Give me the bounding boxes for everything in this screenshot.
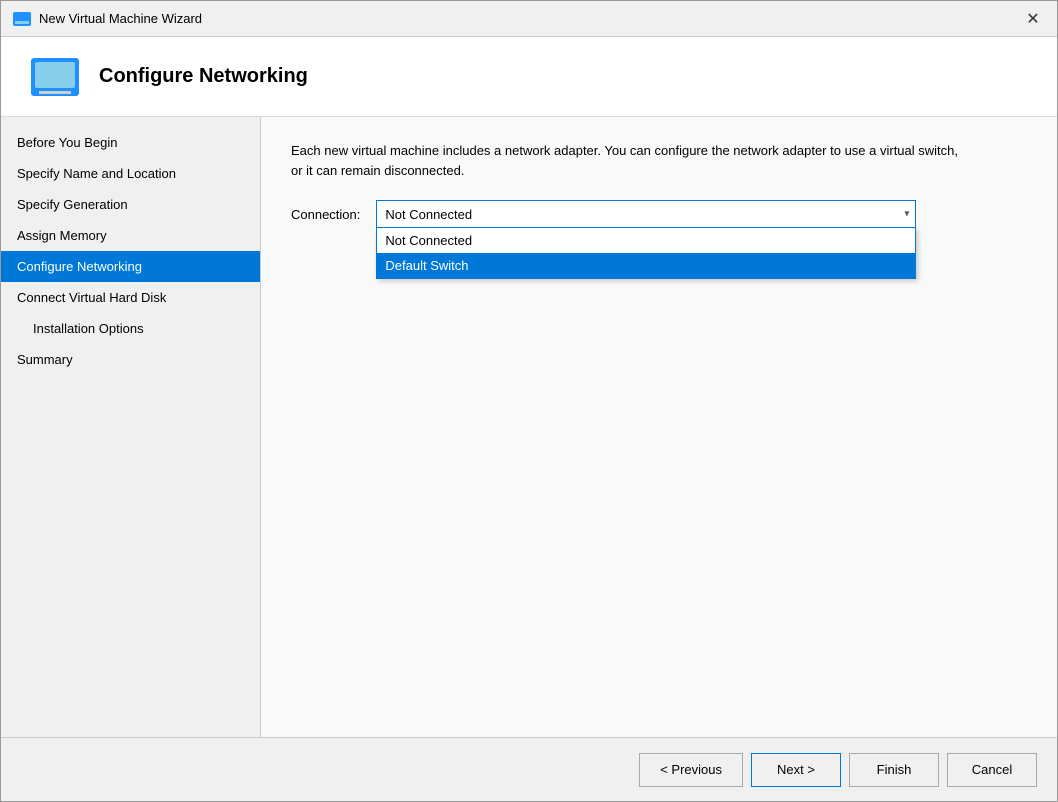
connection-label: Connection: [291,207,360,222]
title-bar: New Virtual Machine Wizard ✕ [1,1,1057,37]
sidebar-item-summary[interactable]: Summary [1,344,260,375]
sidebar-item-connect-hard-disk[interactable]: Connect Virtual Hard Disk [1,282,260,313]
cancel-button[interactable]: Cancel [947,753,1037,787]
sidebar-item-installation-options[interactable]: Installation Options [1,313,260,344]
content-area: Before You BeginSpecify Name and Locatio… [1,117,1057,737]
app-icon [13,12,31,26]
footer: < Previous Next > Finish Cancel [1,737,1057,801]
close-button[interactable]: ✕ [1021,7,1045,31]
sidebar: Before You BeginSpecify Name and Locatio… [1,117,261,737]
page-title: Configure Networking [99,65,308,88]
connection-row: Connection: Not Connected ▾ Not Connecte… [291,200,1027,228]
selected-value: Not Connected [385,207,472,222]
sidebar-item-specify-name[interactable]: Specify Name and Location [1,158,260,189]
window-title: New Virtual Machine Wizard [39,11,202,26]
dropdown-option-default-switch[interactable]: Default Switch [377,253,915,278]
dropdown-arrow-icon: ▾ [904,209,909,220]
connection-select-wrapper[interactable]: Not Connected ▾ Not ConnectedDefault Swi… [376,200,916,228]
description-text: Each new virtual machine includes a netw… [291,141,971,180]
title-bar-left: New Virtual Machine Wizard [13,11,202,26]
next-button[interactable]: Next > [751,753,841,787]
sidebar-item-before-you-begin[interactable]: Before You Begin [1,127,260,158]
sidebar-item-configure-networking[interactable]: Configure Networking [1,251,260,282]
wizard-window: New Virtual Machine Wizard ✕ Configure N… [0,0,1058,802]
previous-button[interactable]: < Previous [639,753,743,787]
finish-button[interactable]: Finish [849,753,939,787]
configure-networking-icon [31,58,79,96]
sidebar-item-assign-memory[interactable]: Assign Memory [1,220,260,251]
header-section: Configure Networking [1,37,1057,117]
connection-select[interactable]: Not Connected ▾ [376,200,916,228]
sidebar-item-specify-generation[interactable]: Specify Generation [1,189,260,220]
dropdown-option-not-connected[interactable]: Not Connected [377,228,915,253]
main-content: Each new virtual machine includes a netw… [261,117,1057,737]
connection-dropdown: Not ConnectedDefault Switch [376,228,916,279]
